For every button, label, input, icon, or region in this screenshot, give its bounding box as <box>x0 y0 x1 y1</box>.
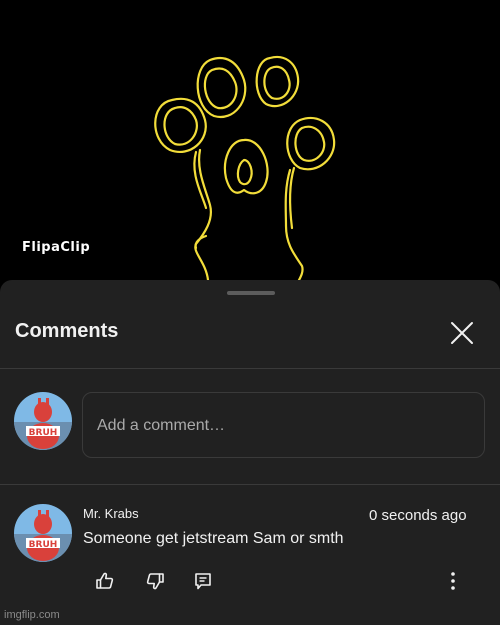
thumbs-down-icon <box>146 573 164 590</box>
more-vertical-icon <box>451 572 455 590</box>
input-divider <box>0 484 500 485</box>
video-player[interactable]: FlipaClip <box>0 0 500 282</box>
avatar-caption: BRUH <box>29 428 58 438</box>
comments-title: Comments <box>15 320 119 342</box>
flipaclip-watermark: FlipaClip <box>22 240 91 255</box>
close-button[interactable] <box>449 320 475 346</box>
reply-icon <box>195 573 211 590</box>
like-button[interactable] <box>94 570 116 592</box>
comments-sheet: Comments BRUH Add a comment… BRUH Mr. Kr… <box>0 280 500 625</box>
thumbs-up-icon <box>96 572 114 589</box>
comment-author-avatar[interactable]: BRUH <box>14 504 72 562</box>
imgflip-watermark: imgflip.com <box>4 609 60 621</box>
drag-handle[interactable] <box>227 291 275 295</box>
avatar-caption: BRUH <box>29 540 58 550</box>
comment-input-box[interactable] <box>82 392 485 458</box>
dislike-button[interactable] <box>144 570 166 592</box>
more-options-button[interactable] <box>442 570 464 592</box>
header-divider <box>0 368 500 369</box>
comment-text: Someone get jetstream Sam or smth <box>83 530 344 547</box>
reply-button[interactable] <box>192 570 214 592</box>
current-user-avatar[interactable]: BRUH <box>14 392 72 450</box>
comment-timestamp: 0 seconds ago <box>369 507 467 524</box>
comment-input[interactable] <box>95 413 469 439</box>
comment-author[interactable]: Mr. Krabs <box>83 506 139 521</box>
close-icon <box>451 322 473 344</box>
